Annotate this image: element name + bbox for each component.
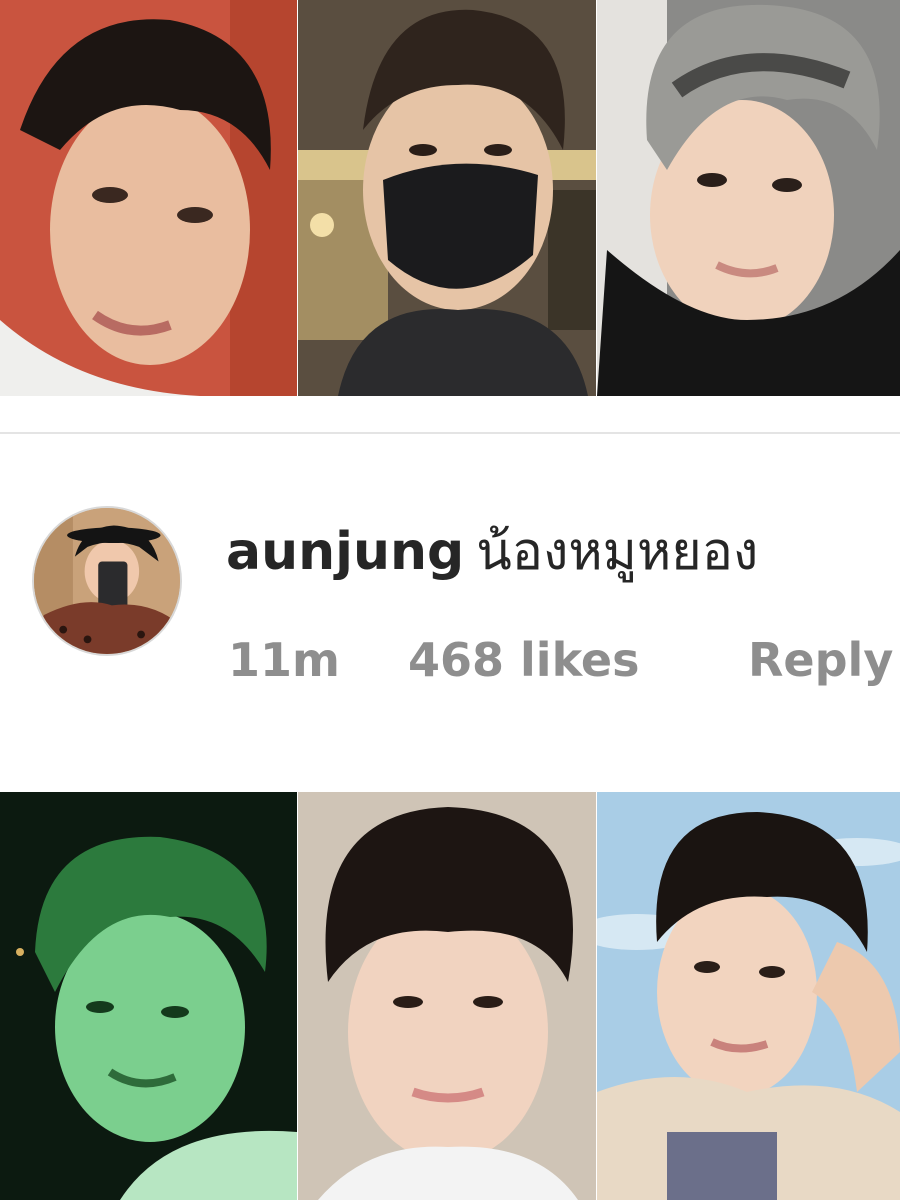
photo-man-orange-wall — [0, 0, 297, 396]
photo-man-grey-hair — [597, 0, 900, 396]
top-photo-row — [0, 0, 900, 396]
photo-man-blue-sky — [597, 792, 900, 1200]
comment-body: น้องหมูหยอง — [476, 522, 759, 582]
comment-username[interactable]: aunjung — [226, 522, 464, 582]
comment-text-line: aunjung น้องหมูหยอง — [226, 522, 758, 582]
comment-likes-count[interactable]: 468 likes — [408, 632, 640, 688]
photo-man-black-mask — [298, 0, 596, 396]
bottom-photo-row — [0, 792, 900, 1200]
photo-man-curly-hair — [298, 792, 596, 1200]
comment-timestamp: 11m — [228, 633, 340, 687]
avatar[interactable] — [32, 506, 182, 656]
comment-block: aunjung น้องหมูหยอง 11m 468 likes Reply — [0, 434, 900, 792]
reply-button[interactable]: Reply — [748, 632, 893, 688]
photo-man-green-light — [0, 792, 297, 1200]
